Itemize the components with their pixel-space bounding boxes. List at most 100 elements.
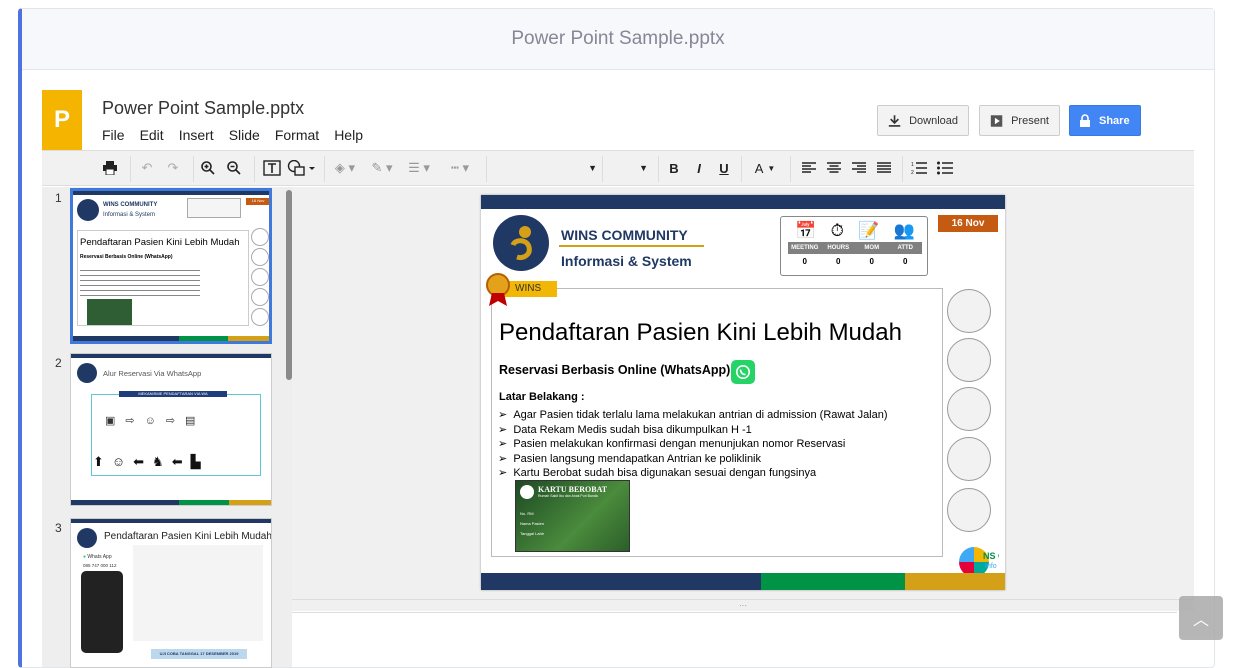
speaker-notes[interactable] bbox=[292, 612, 1177, 662]
card-field: Tanggal Lahir bbox=[520, 531, 545, 536]
thumb1-title: Pendaftaran Pasien Kini Lebih Mudah bbox=[80, 237, 240, 248]
fill-color-icon[interactable]: ◈ ▾ bbox=[330, 151, 360, 185]
thumb1-brand-sub: Informasi & System bbox=[103, 212, 156, 218]
menu-help[interactable]: Help bbox=[334, 127, 363, 143]
slide-thumbnail-2[interactable]: Alur Reservasi Via WhatsApp MEKANISME PE… bbox=[70, 353, 272, 506]
present-button[interactable]: Present bbox=[979, 105, 1060, 136]
download-button[interactable]: Download bbox=[877, 105, 969, 136]
wins-logo-icon bbox=[493, 215, 549, 271]
card-sub: Rumah Sakit Ibu dan Anak Puri Bunda bbox=[538, 494, 598, 498]
bullet-item: ➢ Pasien melakukan konfirmasi dengan men… bbox=[498, 438, 846, 450]
present-label: Present bbox=[1011, 114, 1049, 127]
stat-value-mom: 0 bbox=[869, 257, 874, 266]
bullet-item: ➢ Data Rekam Medis sudah bisa dikumpulka… bbox=[498, 423, 752, 436]
align-right-icon[interactable] bbox=[849, 151, 869, 185]
thumb3-phone-image bbox=[81, 571, 123, 653]
shape-icon[interactable] bbox=[285, 151, 319, 185]
svg-text:2: 2 bbox=[911, 170, 914, 175]
stat-value-hours: 0 bbox=[836, 257, 841, 266]
stat-label-meeting: MEETING bbox=[791, 245, 819, 251]
menu-bar: File Edit Insert Slide Format Help bbox=[102, 127, 363, 143]
slide-brand: WINS COMMUNITY bbox=[561, 227, 688, 243]
notes-icon: 📝 bbox=[858, 221, 880, 240]
text-box-icon[interactable] bbox=[261, 151, 283, 185]
thumb3-footer: UJI COBA TANGGAL 17 DESEMBER 2019 bbox=[151, 649, 247, 659]
placeholder-circle bbox=[947, 488, 991, 532]
card-header: Power Point Sample.pptx bbox=[22, 9, 1214, 70]
stopwatch-icon: ⏱ bbox=[830, 221, 844, 240]
scroll-to-top-button[interactable]: ︿ bbox=[1179, 596, 1223, 640]
italic-icon[interactable]: I bbox=[689, 151, 709, 185]
calendar-icon: 📅 bbox=[795, 221, 817, 240]
font-family-select[interactable]: ▼ bbox=[492, 151, 597, 185]
print-icon[interactable] bbox=[100, 151, 120, 185]
numbered-list-icon[interactable]: 12 bbox=[908, 151, 930, 185]
download-label: Download bbox=[909, 114, 958, 127]
corner-logo-text: NS C bbox=[983, 551, 999, 561]
slide-thumbnail-1[interactable]: WINS COMMUNITY Informasi & System 16 Nov… bbox=[70, 188, 272, 344]
undo-icon[interactable]: ↶ bbox=[137, 151, 157, 185]
chevron-up-icon: ︿ bbox=[1192, 612, 1209, 629]
menu-slide[interactable]: Slide bbox=[229, 127, 260, 143]
lock-icon bbox=[1080, 114, 1090, 127]
thumb3-phone: 085 747 000 112 bbox=[83, 563, 117, 568]
corner-logo-sub: Info bbox=[985, 563, 997, 570]
notes-resize-handle[interactable]: ··· bbox=[292, 599, 1194, 611]
wins-logo-icon bbox=[77, 528, 97, 548]
date-tag: 16 Nov bbox=[938, 215, 998, 232]
thumb3-chat bbox=[133, 545, 263, 641]
bulleted-list-icon[interactable] bbox=[934, 151, 956, 185]
card-header-title: Power Point Sample.pptx bbox=[511, 28, 725, 49]
underline-icon[interactable]: U bbox=[714, 151, 734, 185]
slide-thumbnail-3[interactable]: Pendaftaran Pasien Kini Lebih Mudah ● Wh… bbox=[70, 518, 272, 668]
zoom-in-icon[interactable] bbox=[198, 151, 218, 185]
patient-card-image: KARTU BEROBAT Rumah Sakit Ibu dan Anak P… bbox=[515, 480, 630, 552]
svg-text:1: 1 bbox=[911, 162, 914, 168]
current-slide[interactable]: WINS COMMUNITY Informasi & System 📅 ⏱ 📝 👥 M… bbox=[481, 195, 1005, 590]
menu-file[interactable]: File bbox=[102, 127, 125, 143]
document-title[interactable]: Power Point Sample.pptx bbox=[102, 98, 304, 119]
border-color-icon[interactable]: ✎ ▾ bbox=[367, 151, 397, 185]
slide-brand-sub: Informasi & System bbox=[561, 253, 692, 269]
thumb2-banner: MEKANISME PENDAFTARAN VIA WA bbox=[119, 391, 227, 397]
align-justify-icon[interactable] bbox=[874, 151, 894, 185]
wins-ribbon: WINS bbox=[503, 281, 557, 297]
slide-number-3: 3 bbox=[55, 521, 62, 535]
menu-insert[interactable]: Insert bbox=[179, 127, 214, 143]
people-icon: 👥 bbox=[893, 221, 915, 240]
menu-edit[interactable]: Edit bbox=[140, 127, 164, 143]
menu-format[interactable]: Format bbox=[275, 127, 319, 143]
align-left-icon[interactable] bbox=[799, 151, 819, 185]
thumb1-stats bbox=[187, 198, 241, 218]
placeholder-circle bbox=[947, 338, 991, 382]
bullet-item: ➢ Kartu Berobat sudah bisa digunakan ses… bbox=[498, 467, 817, 479]
thumb1-card bbox=[87, 299, 132, 325]
thumb1-lines bbox=[80, 266, 200, 300]
thumb1-subtitle: Reservasi Berbasis Online (WhatsApp) bbox=[80, 254, 173, 260]
slide-bullets: ➢ Agar Pasien tidak terlalu lama melakuk… bbox=[498, 408, 888, 481]
slide-subtitle: Reservasi Berbasis Online (WhatsApp) bbox=[499, 363, 731, 377]
thumb3-wa: Whats App bbox=[87, 554, 112, 560]
award-medal-icon bbox=[485, 273, 511, 307]
zoom-out-icon[interactable] bbox=[224, 151, 244, 185]
share-button[interactable]: Share bbox=[1069, 105, 1141, 136]
placeholder-circle bbox=[947, 387, 991, 431]
font-size-select[interactable]: ▼ bbox=[608, 151, 648, 185]
thumb2-title: Alur Reservasi Via WhatsApp bbox=[103, 369, 202, 378]
border-dash-icon[interactable]: ┅ ▾ bbox=[442, 151, 478, 185]
placeholder-circle bbox=[947, 289, 991, 333]
slides-logo-icon: P bbox=[42, 90, 82, 150]
wins-logo-icon bbox=[77, 363, 97, 383]
align-center-icon[interactable] bbox=[824, 151, 844, 185]
slide-number-1: 1 bbox=[55, 191, 62, 205]
slide-title: Pendaftaran Pasien Kini Lebih Mudah bbox=[499, 319, 902, 346]
text-color-icon[interactable]: A ▼ bbox=[748, 151, 782, 185]
redo-icon[interactable]: ↷ bbox=[163, 151, 183, 185]
thumb1-tag: 16 Nov bbox=[246, 198, 269, 205]
slide-section: Latar Belakang : bbox=[499, 391, 585, 403]
bullet-item: ➢ Pasien langsung mendapatkan Antrian ke… bbox=[498, 452, 762, 465]
bold-icon[interactable]: B bbox=[664, 151, 684, 185]
border-weight-icon[interactable]: ☰ ▾ bbox=[404, 151, 434, 185]
wins-logo-icon bbox=[77, 199, 99, 221]
slide-bottom-bar-gold bbox=[905, 573, 1005, 590]
